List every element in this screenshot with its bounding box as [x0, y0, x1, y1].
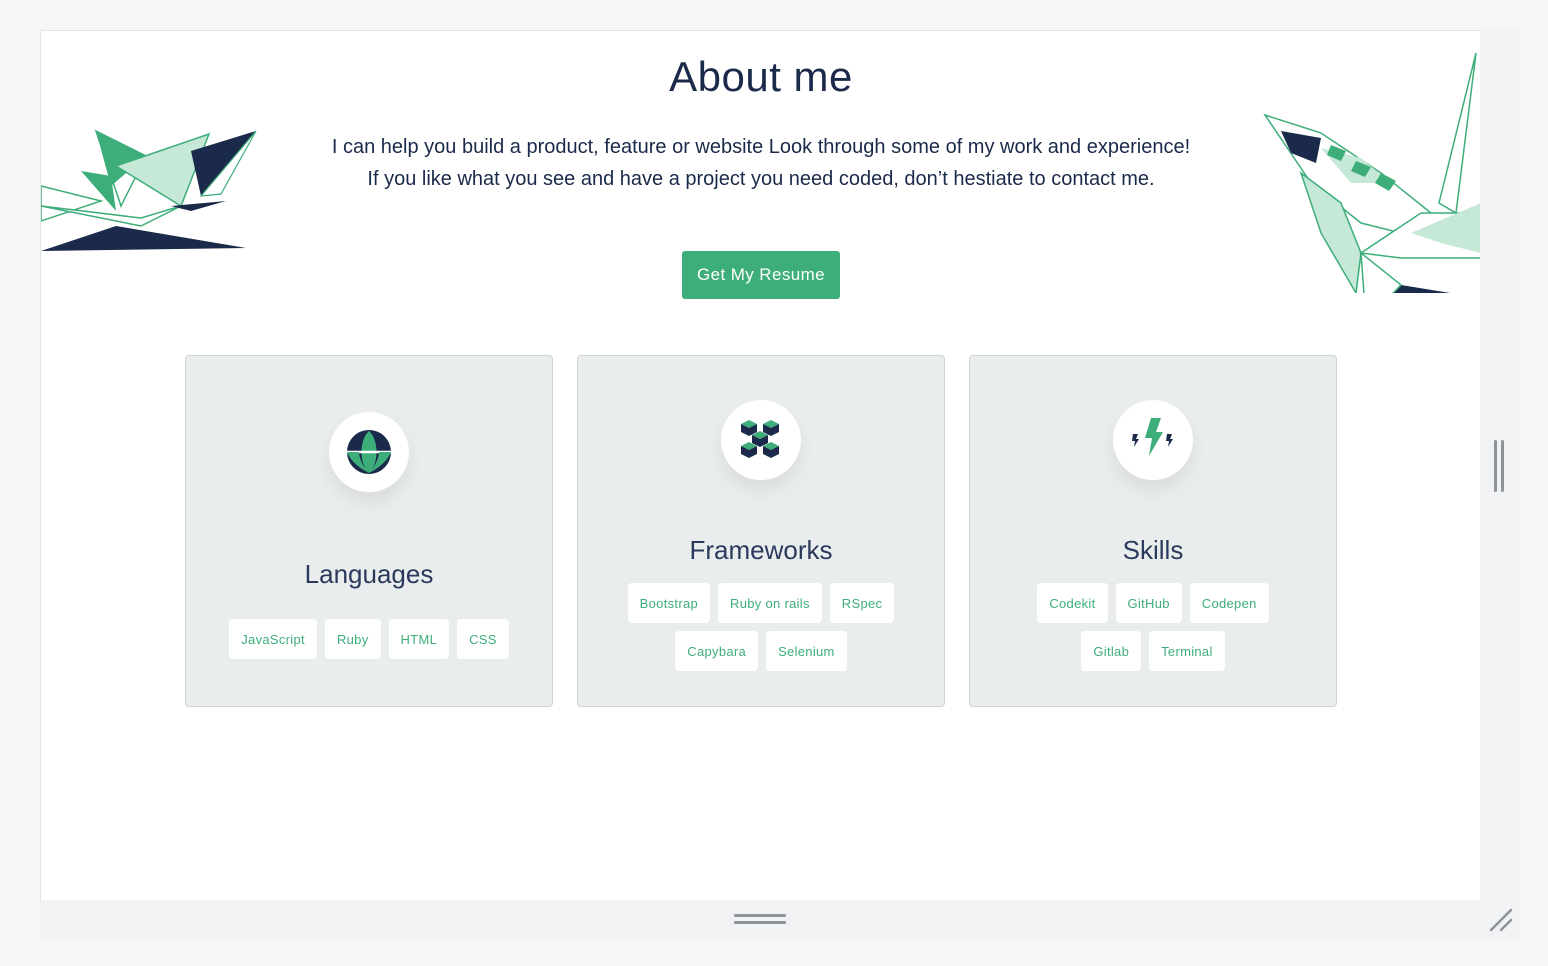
tag-bootstrap[interactable]: Bootstrap: [627, 583, 711, 623]
globe-icon: [329, 412, 409, 492]
card-title-languages: Languages: [304, 559, 434, 589]
tag-javascript[interactable]: JavaScript: [229, 619, 317, 659]
languages-tag-list: JavaScript Ruby HTML CSS: [186, 619, 552, 659]
tag-ruby[interactable]: Ruby: [324, 619, 381, 659]
tag-html[interactable]: HTML: [388, 619, 450, 659]
origami-crane-left: [41, 129, 257, 251]
get-resume-button[interactable]: Get My Resume: [682, 251, 840, 299]
frameworks-tag-list: Bootstrap Ruby on rails RSpec Capybara S…: [618, 583, 904, 671]
preview-viewport: About me I can help you build a product,…: [40, 30, 1481, 901]
skills-tag-list: Codekit GitHub Codepen Gitlab Terminal: [1010, 583, 1296, 671]
tag-codekit[interactable]: Codekit: [1037, 583, 1108, 623]
tag-github[interactable]: GitHub: [1115, 583, 1182, 623]
skills-card: Skills Codekit GitHub Codepen Gitlab Ter…: [969, 355, 1337, 707]
side-resize-handle[interactable]: [1494, 440, 1506, 492]
bottom-resize-handle[interactable]: [734, 914, 786, 928]
corner-resize-grip-icon[interactable]: [1487, 906, 1515, 934]
tag-rspec[interactable]: RSpec: [829, 583, 895, 623]
card-title-frameworks: Frameworks: [689, 535, 833, 565]
page-title: About me: [669, 53, 853, 100]
cubes-icon: [721, 400, 801, 480]
frameworks-card: Frameworks Bootstrap Ruby on rails RSpec…: [577, 355, 945, 707]
tag-capybara[interactable]: Capybara: [675, 631, 759, 671]
card-title-skills: Skills: [1122, 535, 1184, 565]
intro-text: I can help you build a product, feature …: [331, 136, 1191, 190]
tag-terminal[interactable]: Terminal: [1149, 631, 1225, 671]
languages-card: Languages JavaScript Ruby HTML CSS: [185, 355, 553, 707]
lightning-icon: [1113, 400, 1193, 480]
tag-codepen[interactable]: Codepen: [1189, 583, 1269, 623]
tag-selenium[interactable]: Selenium: [766, 631, 847, 671]
tag-gitlab[interactable]: Gitlab: [1081, 631, 1142, 671]
tag-css[interactable]: CSS: [457, 619, 509, 659]
tag-ruby-on-rails[interactable]: Ruby on rails: [718, 583, 822, 623]
